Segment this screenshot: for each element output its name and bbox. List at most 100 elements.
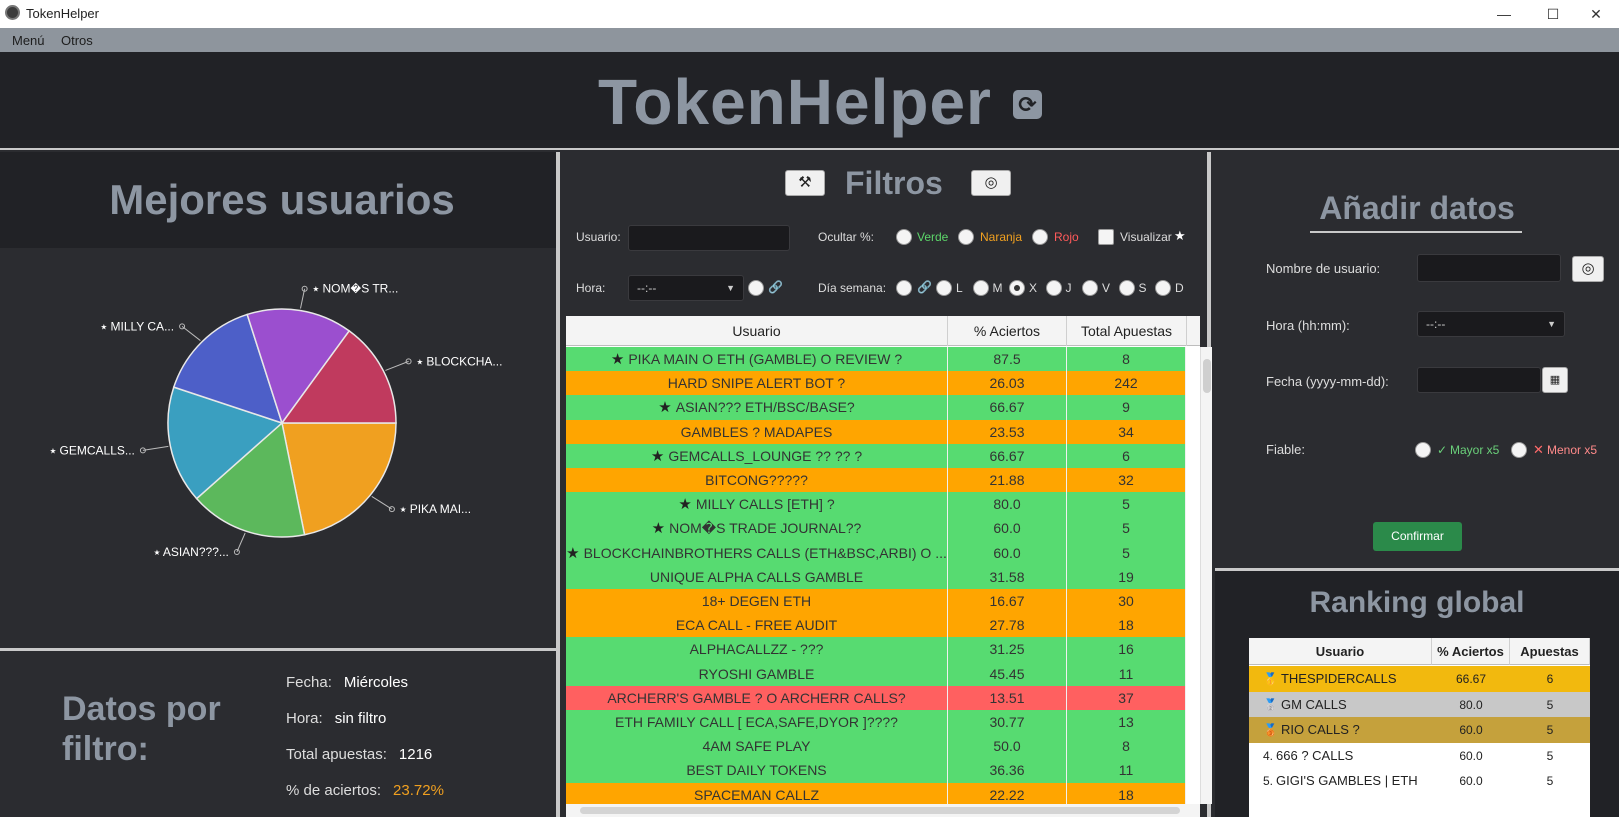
cell-aciertos: 13.51 <box>948 685 1067 711</box>
cell-aciertos: 80.0 <box>948 492 1067 518</box>
rojo-radio[interactable] <box>1032 229 1048 245</box>
confirm-button[interactable]: Confirmar <box>1373 522 1462 551</box>
rank-name: RIO CALLS ? <box>1280 722 1360 738</box>
cell-total: 5 <box>1067 540 1186 566</box>
ranking-row[interactable]: 🥇 THESPIDERCALLS 66.67 6 <box>1249 666 1590 692</box>
pie-chart: ⭑ PIKA MAI... ⭑ ASIAN???... ⭑ GEMCALLS... ⭑… <box>0 248 556 740</box>
rank-col-apuestas[interactable]: Apuestas <box>1510 638 1590 665</box>
maximize-button[interactable]: ☐ <box>1530 0 1576 28</box>
rank-col-usuario[interactable]: Usuario <box>1249 638 1432 665</box>
favorite-star-icon: ★ <box>651 520 666 538</box>
table-row[interactable]: ★ PIKA MAIN O ETH (GAMBLE) O REVIEW ? 87.5… <box>566 347 1186 372</box>
menor-radio[interactable] <box>1511 442 1527 458</box>
day-radio-j[interactable] <box>1045 280 1062 296</box>
day-radio-l[interactable] <box>936 280 952 296</box>
slice-label-line <box>236 532 246 553</box>
table-row[interactable]: BEST DAILY TOKENS 36.36 11 <box>566 758 1186 784</box>
table-row[interactable]: UNIQUE ALPHA CALLS GAMBLE 31.58 19 <box>566 564 1186 590</box>
cell-total: 9 <box>1067 395 1186 421</box>
scroll-thumb[interactable] <box>1203 359 1211 393</box>
day-radio-s[interactable] <box>1118 280 1135 296</box>
table-row[interactable]: ★ ASIAN??? ETH/BSC/BASE? 66.67 9 <box>566 395 1186 421</box>
table-row[interactable]: RYOSHI GAMBLE 45.45 11 <box>566 661 1186 687</box>
table-row[interactable]: BITCONG????? 21.88 32 <box>566 468 1186 493</box>
cell-total: 16 <box>1067 637 1186 663</box>
dia-label: Día semana: <box>818 281 887 295</box>
check-icon: ✓ <box>1437 443 1448 457</box>
hora-label: Hora: <box>286 710 323 727</box>
cell-usuario: ★ MILLY CALLS [ETH] ? <box>566 492 948 518</box>
table-row[interactable]: ARCHERR'S GAMBLE ? O ARCHERR CALLS? 13.51… <box>566 685 1186 711</box>
table-row[interactable]: GAMBLES ? MADAPES 23.53 34 <box>566 419 1186 445</box>
rank-cell-usuario: 🥉 RIO CALLS ? <box>1263 717 1432 743</box>
visualizar-checkbox[interactable] <box>1098 229 1114 245</box>
table-row[interactable]: 18+ DEGEN ETH 16.67 30 <box>566 589 1186 614</box>
cell-usuario-text: 4AM SAFE PLAY <box>702 738 811 755</box>
chevron-down-icon: ▼ <box>1547 319 1556 329</box>
total-label: Total apuestas: <box>286 746 387 763</box>
slice-label-line <box>385 360 409 371</box>
refresh-icon[interactable]: ⟳ <box>1013 90 1042 119</box>
col-usuario[interactable]: Usuario <box>566 316 948 346</box>
dia-link-radio[interactable] <box>896 280 912 296</box>
cell-usuario-text: ECA CALL - FREE AUDIT <box>675 617 838 634</box>
ranking-row[interactable]: 🥈 GM CALLS 80.0 5 <box>1249 691 1590 718</box>
ranking-title: Ranking global <box>1309 586 1525 619</box>
table-row[interactable]: ALPHACALLZZ - ??? 31.25 16 <box>566 637 1186 663</box>
table-row[interactable]: ★ BLOCKCHAINBROTHERS CALLS (ETH&BSC,ARBI)… <box>566 540 1186 566</box>
table-row[interactable]: HARD SNIPE ALERT BOT ? 26.03 242 <box>566 371 1186 397</box>
col-aciertos[interactable]: % Aciertos <box>948 316 1067 346</box>
hora-select[interactable]: --:-- ▼ <box>628 275 744 301</box>
nombre-input[interactable] <box>1417 254 1561 282</box>
spiral-icon[interactable]: ◎ <box>1572 256 1604 282</box>
reset-spiral-icon[interactable]: ◎ <box>971 170 1011 196</box>
horizontal-scrollbar[interactable] <box>566 804 1200 817</box>
hora-row: Hora: sin filtro <box>286 710 386 727</box>
cell-total: 32 <box>1067 468 1186 493</box>
hora-add-select[interactable]: --:-- ▼ <box>1417 311 1565 337</box>
favorite-star-icon: ★ <box>678 496 692 514</box>
calendar-icon[interactable]: ▦ <box>1542 367 1568 393</box>
left-panel: Mejores usuarios ⭑ PIKA MAI... ⭑ ASIAN???… <box>0 152 560 817</box>
rank-cell-apuestas: 6 <box>1546 672 1554 686</box>
mayor-radio[interactable] <box>1415 442 1431 458</box>
table-row[interactable]: ★ GEMCALLS_LOUNGE ?? ?? ? 66.67 6 <box>566 443 1186 469</box>
ranking-row[interactable]: 5. GIGI'S GAMBLES | ETH 60.0 5 <box>1249 768 1590 794</box>
cell-usuario-text: GEMCALLS_LOUNGE ?? ?? ? <box>668 447 863 464</box>
ranking-row[interactable]: 🥉 RIO CALLS ? 60.0 5 <box>1249 717 1590 744</box>
menu-item-menu[interactable]: Menú <box>12 33 45 48</box>
minimize-button[interactable]: — <box>1481 0 1527 28</box>
cell-aciertos: 66.67 <box>948 443 1067 469</box>
rank-col-aciertos[interactable]: % Aciertos <box>1432 638 1510 665</box>
visualizar-label: Visualizar <box>1120 230 1172 244</box>
ranking-row[interactable]: 4. 666 ? CALLS 60.0 5 <box>1249 743 1590 769</box>
day-label: L <box>956 281 963 295</box>
col-total[interactable]: Total Apuestas <box>1067 316 1187 346</box>
rank-cell-usuario: 5. GIGI'S GAMBLES | ETH <box>1263 768 1432 794</box>
close-button[interactable]: ✕ <box>1573 0 1619 28</box>
table-row[interactable]: ★ NOM�S TRADE JOURNAL?? 60.0 5 <box>566 516 1186 542</box>
right-panel: Añadir datos Nombre de usuario: ◎ Hora (… <box>1215 152 1619 817</box>
verde-radio[interactable] <box>896 229 912 245</box>
table-row[interactable]: ECA CALL - FREE AUDIT 27.78 18 <box>566 613 1186 639</box>
menu-item-otros[interactable]: Otros <box>61 33 93 48</box>
scroll-thumb[interactable] <box>580 807 1180 814</box>
day-radio-m[interactable] <box>972 280 989 296</box>
usuario-input[interactable] <box>628 225 790 251</box>
vertical-scrollbar[interactable] <box>1200 347 1212 804</box>
hora-link-radio[interactable] <box>748 280 764 296</box>
filter-tools-icon[interactable]: ⚒ <box>785 170 825 196</box>
hora-filter-label: Hora: <box>576 281 606 295</box>
table-row[interactable]: ★ MILLY CALLS [ETH] ? 80.0 5 <box>566 492 1186 518</box>
table-row[interactable]: 4AM SAFE PLAY 50.0 8 <box>566 734 1186 760</box>
day-radio-x[interactable] <box>1009 280 1025 296</box>
cell-total: 34 <box>1067 419 1186 445</box>
cell-aciertos: 50.0 <box>948 734 1067 760</box>
naranja-radio[interactable] <box>958 229 974 245</box>
fecha-input[interactable] <box>1417 367 1541 393</box>
table-row[interactable]: ETH FAMILY CALL [ ECA,SAFE,DYOR ]???? 30.… <box>566 710 1186 735</box>
day-radio-d[interactable] <box>1155 280 1171 296</box>
table-header: Usuario % Aciertos Total Apuestas <box>566 316 1200 346</box>
rank-number: 4. <box>1263 748 1274 763</box>
day-radio-v[interactable] <box>1082 280 1098 296</box>
